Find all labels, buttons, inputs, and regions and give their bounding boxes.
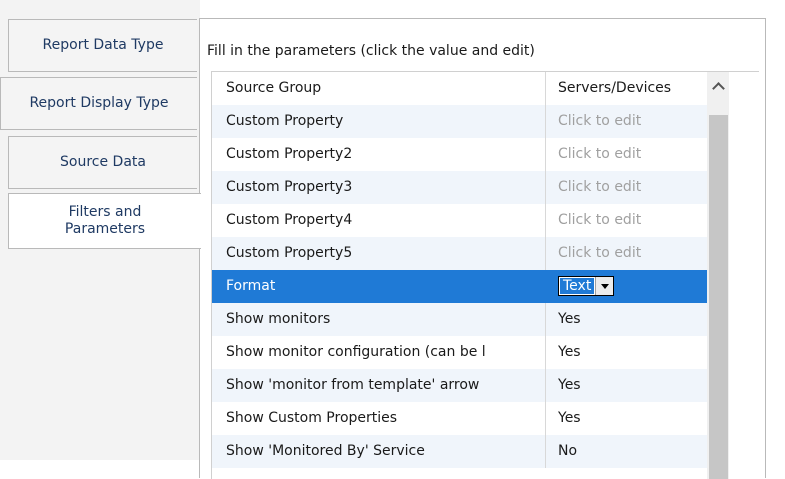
parameter-name: Show monitor configuration (can be l <box>212 336 546 369</box>
instructions-label: Fill in the parameters (click the value … <box>207 43 535 59</box>
parameter-value[interactable]: Yes <box>546 402 707 435</box>
table-row[interactable]: Show monitor configuration (can be l Yes <box>212 336 707 369</box>
parameter-value[interactable]: Click to edit <box>546 204 707 237</box>
tab-report-display-type[interactable]: Report Display Type <box>0 77 197 130</box>
tab-rail: Report Data Type Report Display Type Sou… <box>0 0 201 460</box>
parameter-value[interactable]: Click to edit <box>546 138 707 171</box>
table-row[interactable]: Show 'Monitored By' Service No <box>212 435 707 468</box>
parameter-name: Show 'monitor from template' arrow <box>212 369 546 402</box>
tab-label: Source Data <box>60 154 146 170</box>
parameter-name: Custom Property5 <box>212 237 546 270</box>
table-row[interactable]: Custom Property3 Click to edit <box>212 171 707 204</box>
parameters-grid: Source Group Servers/Devices Custom Proper… <box>211 71 759 479</box>
parameter-value[interactable]: Click to edit <box>546 171 707 204</box>
parameter-name: Custom Property2 <box>212 138 546 171</box>
parameter-value[interactable]: Click to edit <box>546 105 707 138</box>
dropdown-button[interactable] <box>595 277 614 295</box>
parameter-value[interactable]: Yes <box>546 369 707 402</box>
parameter-value[interactable]: Servers/Devices <box>546 72 707 105</box>
scroll-up-button[interactable] <box>707 72 729 100</box>
parameter-value[interactable]: Yes <box>546 336 707 369</box>
format-select-cell[interactable]: Text <box>546 270 707 303</box>
parameter-name: Format <box>212 270 546 303</box>
parameters-panel: Fill in the parameters (click the value … <box>199 18 766 479</box>
table-row[interactable]: Custom Property4 Click to edit <box>212 204 707 237</box>
table-row[interactable]: Show monitors Yes <box>212 303 707 336</box>
format-select[interactable]: Text <box>558 276 615 296</box>
table-row[interactable]: Custom Property2 Click to edit <box>212 138 707 171</box>
tab-label: Report Display Type <box>29 95 169 111</box>
parameter-name: Custom Property <box>212 105 546 138</box>
scrollbar-thumb[interactable] <box>709 115 728 479</box>
parameter-name: Show monitors <box>212 303 546 336</box>
tab-label: Report Data Type <box>42 37 164 53</box>
table-row[interactable]: Custom Property5 Click to edit <box>212 237 707 270</box>
tab-source-data[interactable]: Source Data <box>8 136 197 189</box>
parameter-name: Show Custom Properties <box>212 402 546 435</box>
parameter-name: Custom Property3 <box>212 171 546 204</box>
table-row[interactable]: Format Text <box>212 270 707 303</box>
tab-filters-and-parameters[interactable]: Filters and Parameters <box>8 193 201 249</box>
parameter-value[interactable]: No <box>546 435 707 468</box>
table-row[interactable]: Source Group Servers/Devices <box>212 72 707 105</box>
dropdown-arrow-icon <box>600 283 609 289</box>
parameter-name: Custom Property4 <box>212 204 546 237</box>
parameter-name: Source Group <box>212 72 546 105</box>
chevron-up-icon <box>711 81 725 95</box>
vertical-scrollbar[interactable] <box>707 72 729 479</box>
table-row[interactable]: Custom Property Click to edit <box>212 105 707 138</box>
parameter-value[interactable]: Click to edit <box>546 237 707 270</box>
tab-report-data-type[interactable]: Report Data Type <box>8 19 197 72</box>
table-row[interactable]: Show Custom Properties Yes <box>212 402 707 435</box>
table-row[interactable]: Show 'monitor from template' arrow Yes <box>212 369 707 402</box>
parameter-name: Show 'Monitored By' Service <box>212 435 546 468</box>
format-select-value: Text <box>560 278 595 294</box>
parameter-value[interactable]: Yes <box>546 303 707 336</box>
tab-label: Filters and Parameters <box>64 204 146 237</box>
